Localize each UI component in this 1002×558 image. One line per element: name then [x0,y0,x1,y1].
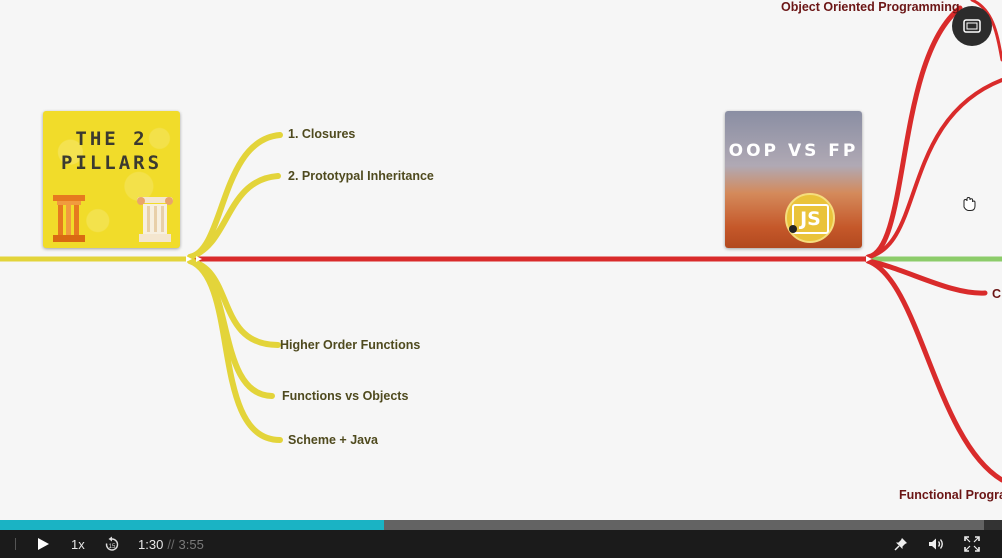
fullscreen-icon [964,536,980,552]
badge-dot [789,225,797,233]
node-closures[interactable]: 1. Closures [288,127,355,141]
column-icon [53,195,85,242]
node-partial-c[interactable]: C [992,287,1001,301]
time-separator: // [167,536,175,552]
fullscreen-button[interactable] [964,530,980,558]
volume-icon [929,538,943,550]
node-prototypal-inheritance[interactable]: 2. Prototypal Inheritance [288,169,434,183]
left-branch-curves [187,132,283,443]
js-logo-badge: JS [785,193,835,243]
time-display: 1:30 // 3:55 [138,530,204,558]
node-object-oriented-programming[interactable]: Object Oriented Programming [781,0,960,14]
node-higher-order-functions[interactable]: Higher Order Functions [280,338,420,352]
video-frame[interactable]: THE 2 PILLARS OOP VS FP JS 1. Closures 2… [0,0,1002,520]
node-functional-programming[interactable]: Functional Progra [899,488,1002,502]
pin-button[interactable] [894,530,908,558]
pin-icon [894,538,907,551]
current-time: 1:30 [138,536,164,552]
mindmap-canvas [0,0,1002,483]
controls-divider [15,538,16,550]
grab-hand-icon [963,196,976,211]
rewind-15-icon: 15 [105,536,119,551]
two-pillars-thumbnail[interactable]: THE 2 PILLARS [43,111,180,248]
total-time: 3:55 [178,536,204,552]
thumbnail-title-line1: THE 2 [75,128,148,150]
volume-button[interactable] [928,530,946,558]
node-scheme-java[interactable]: Scheme + Java [288,433,378,447]
speed-button[interactable]: 1x [71,530,85,558]
node-functions-vs-objects[interactable]: Functions vs Objects [282,389,408,403]
rewind-seconds-label: 15 [109,544,116,550]
progress-fill [0,520,384,530]
oop-vs-fp-thumbnail[interactable]: OOP VS FP JS [725,111,862,248]
picture-in-picture-icon [963,19,981,33]
column-icon [137,197,173,242]
thumbnail-title: OOP VS FP [728,141,859,161]
player-controls: 1x 15 1:30 // 3:55 [0,530,1002,558]
progress-bar[interactable] [0,520,1002,530]
thumbnail-title-line2: PILLARS [60,152,163,174]
rewind-button[interactable]: 15 [104,530,120,558]
picture-in-picture-button[interactable] [952,6,992,46]
progress-end-cap [984,520,1002,530]
play-button[interactable] [36,530,50,558]
js-badge-label: JS [792,204,829,234]
right-branch-curves [865,0,1002,483]
play-icon [38,538,49,550]
